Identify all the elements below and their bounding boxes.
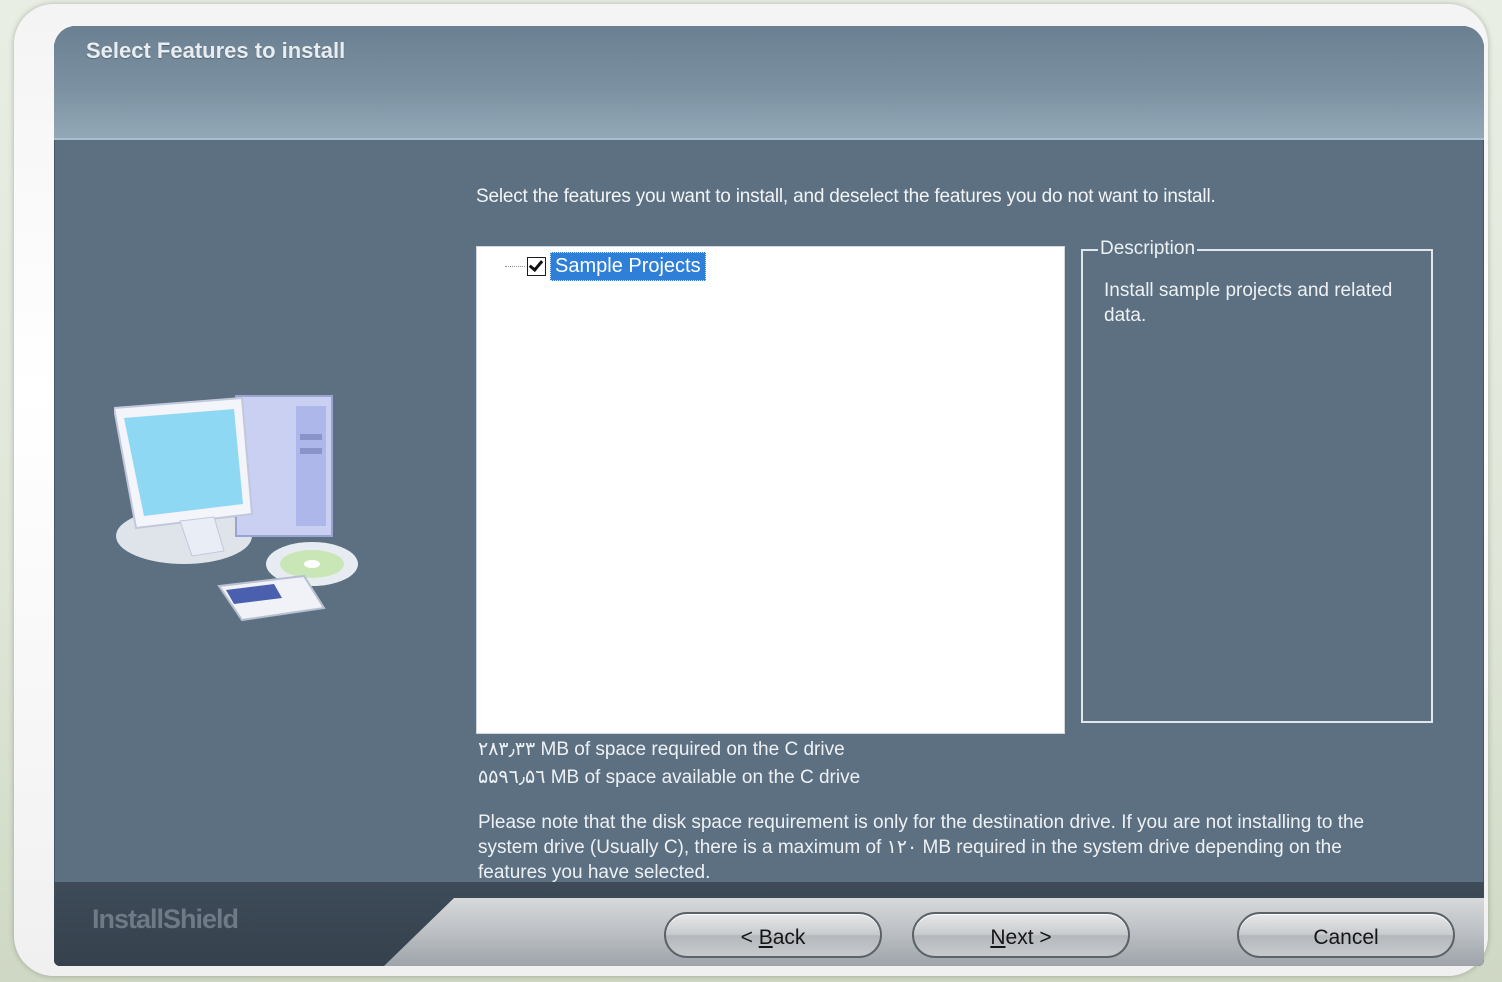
- install-dialog: Select Features to install Select the fe…: [54, 26, 1484, 966]
- computer-setup-illustration: [114, 395, 358, 622]
- back-rest: ack: [772, 926, 806, 949]
- page-title: Select Features to install: [86, 38, 346, 63]
- tree-item-sample-projects[interactable]: Sample Projects: [505, 251, 706, 281]
- description-legend: Description: [1098, 238, 1198, 260]
- dialog-header: Select Features to install: [54, 26, 1484, 140]
- back-button[interactable]: < Back: [664, 912, 882, 958]
- cancel-button[interactable]: Cancel: [1237, 912, 1455, 958]
- installshield-logo: InstallShield: [92, 904, 239, 934]
- feature-tree[interactable]: Sample Projects: [476, 246, 1065, 734]
- disk-space-note: Please note that the disk space requirem…: [478, 812, 1365, 883]
- tree-item-label[interactable]: Sample Projects: [550, 251, 706, 281]
- back-prefix: <: [740, 926, 759, 949]
- back-accelerator: B: [758, 926, 773, 949]
- instructions-text: Select the features you want to install,…: [476, 186, 1216, 207]
- space-required-text: ۲۸۳٫۳۳ MB of space required on the C dri…: [478, 739, 845, 760]
- next-rest: ext >: [1005, 926, 1052, 949]
- tree-connector: [505, 265, 525, 267]
- next-accelerator: N: [990, 926, 1006, 949]
- sample-projects-checkbox[interactable]: [527, 256, 546, 276]
- installer-window-frame: Select Features to install Select the fe…: [14, 4, 1488, 976]
- space-available-text: ۵۵۹٦٫۵٦ MB of space available on the C d…: [478, 767, 861, 788]
- description-text: Install sample projects and related data…: [1104, 280, 1393, 326]
- next-button[interactable]: Next >: [912, 912, 1130, 958]
- dialog-footer: InstallShield < Back Next > Cancel: [54, 882, 1484, 966]
